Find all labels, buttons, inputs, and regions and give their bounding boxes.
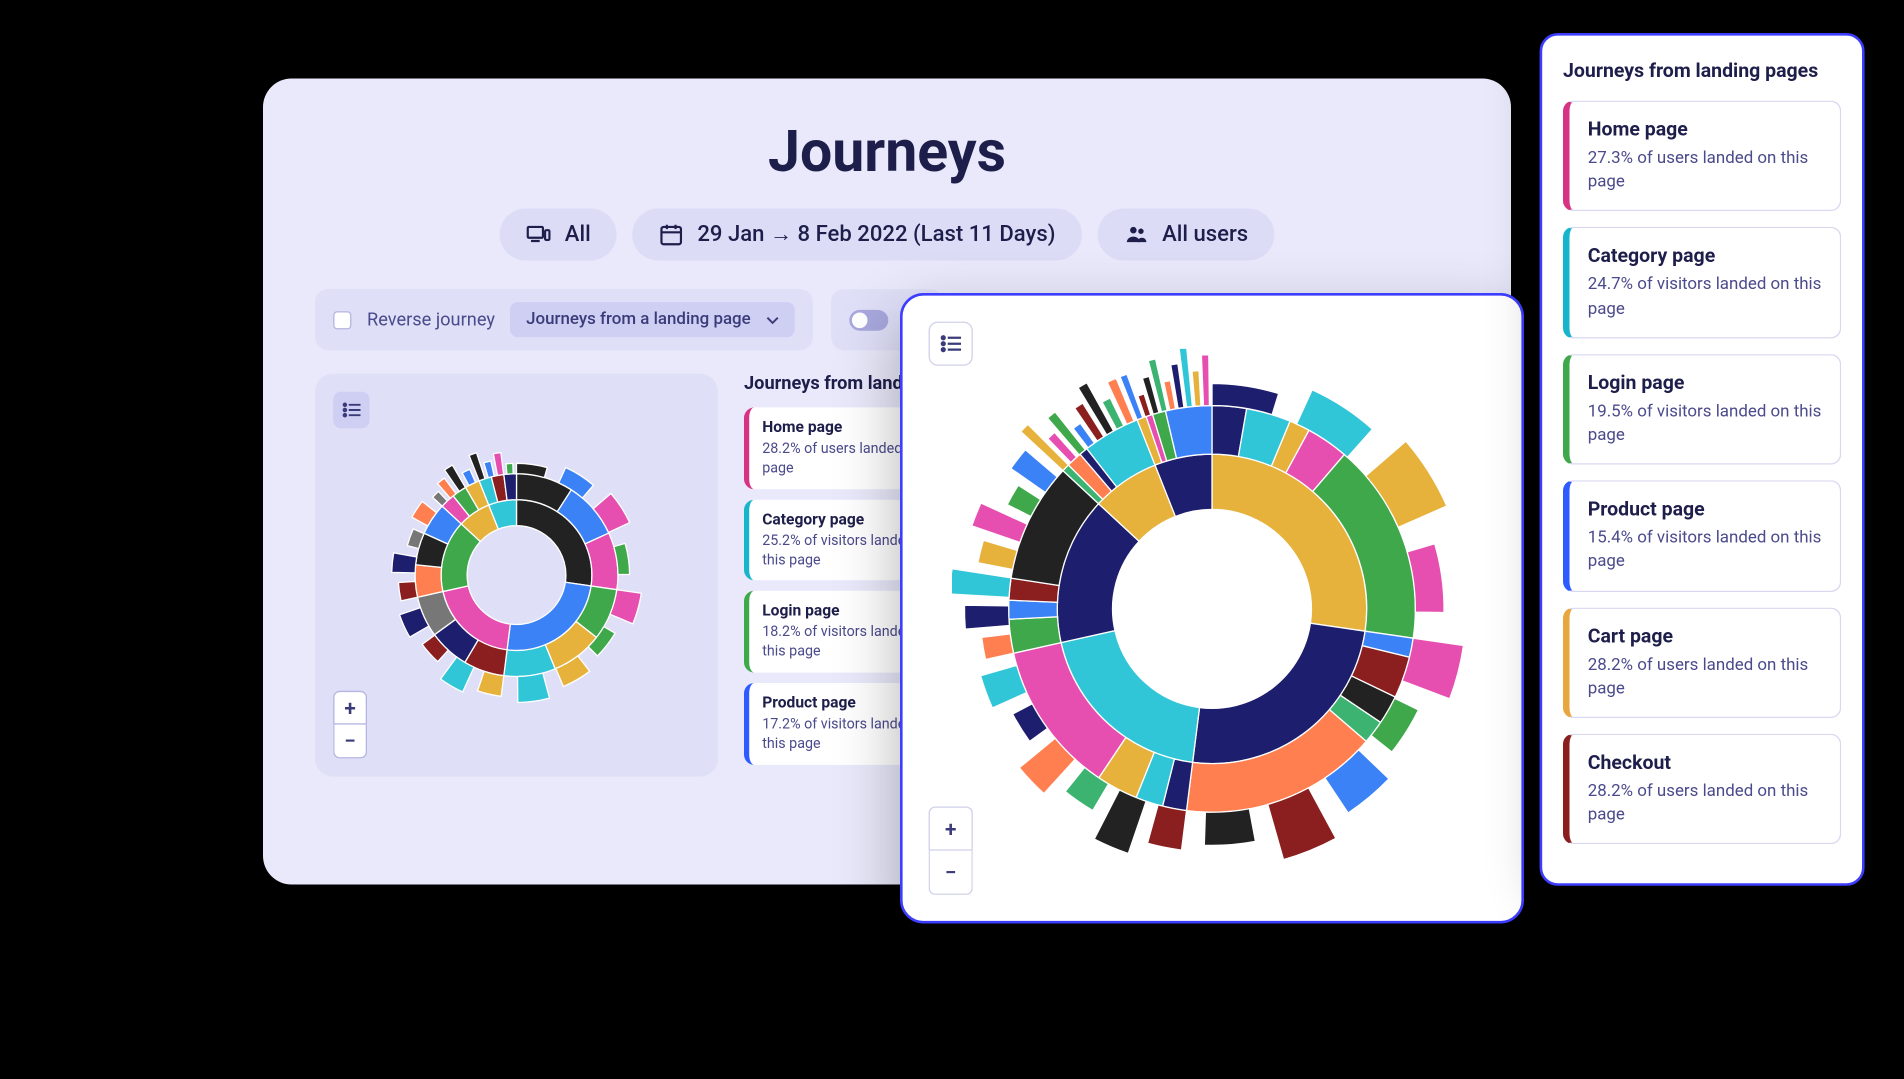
legend-card[interactable]: Home page 27.3% of users landed on this p… bbox=[1563, 100, 1841, 211]
legend-card[interactable]: Checkout 28.2% of users landed on this pa… bbox=[1563, 733, 1841, 844]
zoom-in-button[interactable]: + bbox=[333, 690, 367, 724]
zoom-in-button[interactable]: + bbox=[929, 806, 973, 850]
users-filter-label: All users bbox=[1162, 221, 1248, 247]
legend-card-title: Cart page bbox=[1588, 623, 1822, 646]
legend-card-title: Home page bbox=[1588, 117, 1822, 140]
reverse-label: Reverse journey bbox=[367, 309, 495, 330]
chevron-down-icon bbox=[766, 315, 779, 323]
page-title: Journeys bbox=[315, 117, 1459, 185]
users-filter[interactable]: All users bbox=[1097, 208, 1274, 260]
zoom-out-button[interactable]: − bbox=[333, 724, 367, 758]
reverse-journey-option[interactable]: Reverse journey Journeys from a landing … bbox=[315, 289, 813, 350]
date-filter-label: 29 Jan → 8 Feb 2022 (Last 11 Days) bbox=[697, 221, 1055, 247]
users-icon bbox=[1123, 221, 1149, 247]
legend-card[interactable]: Product page 15.4% of visitors landed on … bbox=[1563, 480, 1841, 591]
dropdown-label: Journeys from a landing page bbox=[526, 309, 751, 329]
side-legend-title: Journeys from landing pages bbox=[1563, 58, 1841, 81]
legend-card-title: Checkout bbox=[1588, 750, 1822, 773]
chart-small-container: + − bbox=[315, 373, 718, 776]
legend-card-title: Product page bbox=[1588, 497, 1822, 520]
zoom-out-button[interactable]: − bbox=[929, 850, 973, 894]
legend-card-title: Login page bbox=[1588, 370, 1822, 393]
legend-card-title: Category page bbox=[1588, 244, 1822, 267]
list-icon bbox=[342, 402, 360, 418]
journey-type-dropdown[interactable]: Journeys from a landing page bbox=[511, 302, 795, 337]
zoom-controls-large: + − bbox=[929, 806, 973, 894]
device-filter[interactable]: All bbox=[500, 208, 617, 260]
legend-card-desc: 27.3% of users landed on this page bbox=[1588, 147, 1822, 194]
legend-card-desc: 15.4% of visitors landed on this page bbox=[1588, 527, 1822, 574]
sunburst-chart-small[interactable] bbox=[367, 425, 666, 724]
legend-card[interactable]: Login page 19.5% of visitors landed on th… bbox=[1563, 353, 1841, 464]
list-toggle-button[interactable] bbox=[333, 391, 369, 427]
side-legend-panel: Journeys from landing pages Home page 27.… bbox=[1540, 33, 1865, 886]
legend-card-desc: 28.2% of users landed on this page bbox=[1588, 653, 1822, 700]
zoom-controls-small: + − bbox=[333, 690, 367, 758]
date-filter[interactable]: 29 Jan → 8 Feb 2022 (Last 11 Days) bbox=[632, 208, 1081, 260]
sunburst-chart-large[interactable] bbox=[952, 348, 1472, 868]
filter-row: All 29 Jan → 8 Feb 2022 (Last 11 Days) A… bbox=[315, 208, 1459, 260]
journey-toggle[interactable] bbox=[849, 309, 888, 330]
calendar-icon bbox=[658, 221, 684, 247]
legend-card-desc: 19.5% of visitors landed on this page bbox=[1588, 400, 1822, 447]
legend-card-desc: 24.7% of visitors landed on this page bbox=[1588, 273, 1822, 320]
legend-card[interactable]: Category page 24.7% of visitors landed on… bbox=[1563, 227, 1841, 338]
devices-icon bbox=[526, 221, 552, 247]
device-filter-label: All bbox=[565, 221, 591, 247]
reverse-checkbox[interactable] bbox=[333, 310, 351, 328]
chart-overlay-panel: + − bbox=[900, 293, 1524, 923]
legend-card[interactable]: Cart page 28.2% of users landed on this p… bbox=[1563, 606, 1841, 717]
legend-card-desc: 28.2% of users landed on this page bbox=[1588, 780, 1822, 827]
